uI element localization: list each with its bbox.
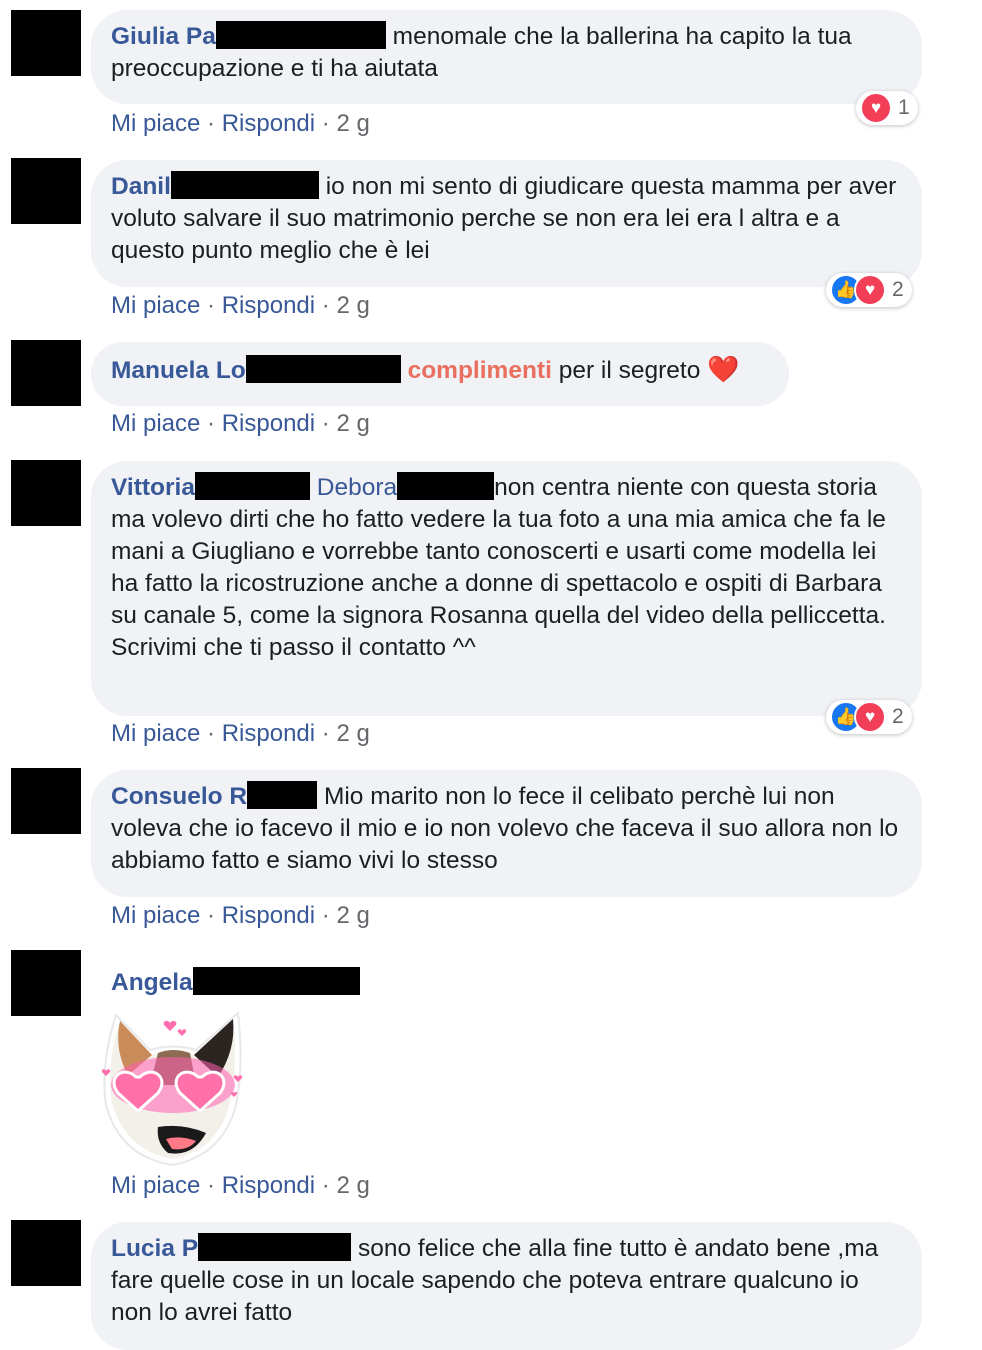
commenter-name[interactable]: Lucia P bbox=[111, 1235, 198, 1262]
separator: · bbox=[321, 110, 330, 137]
highlighted-keyword[interactable]: complimenti bbox=[408, 357, 552, 384]
timestamp[interactable]: 2 g bbox=[336, 720, 369, 747]
comment-text: non centra niente con questa storia ma v… bbox=[111, 474, 886, 661]
like-link[interactable]: Mi piace bbox=[111, 292, 200, 319]
redacted-block bbox=[247, 781, 318, 809]
comment-actions: Mi piace · Rispondi · 2 g bbox=[111, 291, 370, 321]
reactions-badge[interactable]: 👍 ♥ 2 bbox=[826, 700, 912, 734]
redacted-block bbox=[194, 472, 310, 500]
comment-text: per il segreto bbox=[558, 357, 701, 384]
comment-actions: Mi piace · Rispondi · 2 g bbox=[111, 901, 370, 931]
commenter-name[interactable]: Vittoria bbox=[111, 474, 195, 501]
comment-actions: Mi piace · Rispondi · 2 g bbox=[111, 1171, 370, 1201]
separator: · bbox=[207, 1172, 216, 1199]
reaction-count: 2 bbox=[892, 705, 904, 728]
comment-actions: Mi piace · Rispondi · 2 g bbox=[111, 409, 370, 439]
like-link[interactable]: Mi piace bbox=[111, 410, 200, 437]
mention-link[interactable]: Debora bbox=[317, 474, 397, 501]
redacted-block bbox=[397, 472, 495, 500]
reactions-badge[interactable]: 👍 ♥ 2 bbox=[826, 273, 912, 307]
comment-bubble: Giulia Pa menomale che la ballerina ha c… bbox=[91, 10, 922, 104]
timestamp[interactable]: 2 g bbox=[336, 902, 369, 929]
avatar[interactable] bbox=[11, 158, 81, 224]
separator: · bbox=[207, 292, 216, 319]
separator: · bbox=[207, 720, 216, 747]
reply-link[interactable]: Rispondi bbox=[222, 902, 315, 929]
avatar[interactable] bbox=[11, 460, 81, 526]
redacted-block bbox=[170, 171, 319, 199]
avatar[interactable] bbox=[11, 768, 81, 834]
commenter-name-row: Angela bbox=[111, 967, 360, 999]
separator: · bbox=[321, 902, 330, 929]
timestamp[interactable]: 2 g bbox=[336, 1172, 369, 1199]
like-link[interactable]: Mi piace bbox=[111, 1172, 200, 1199]
timestamp[interactable]: 2 g bbox=[336, 410, 369, 437]
reaction-count: 1 bbox=[898, 96, 910, 119]
reaction-count: 2 bbox=[892, 278, 904, 301]
reactions-badge[interactable]: ♥ 1 bbox=[856, 91, 918, 125]
red-heart-icon: ❤️ bbox=[707, 354, 740, 384]
cat-heart-eyes-sticker-icon[interactable] bbox=[98, 1005, 248, 1170]
separator: · bbox=[207, 410, 216, 437]
reply-link[interactable]: Rispondi bbox=[222, 292, 315, 319]
like-link[interactable]: Mi piace bbox=[111, 110, 200, 137]
comment-bubble: Danil io non mi sento di giudicare quest… bbox=[91, 160, 922, 287]
separator: · bbox=[321, 292, 330, 319]
reply-link[interactable]: Rispondi bbox=[222, 1172, 315, 1199]
reply-link[interactable]: Rispondi bbox=[222, 720, 315, 747]
commenter-name[interactable]: Manuela Lo bbox=[111, 357, 246, 384]
timestamp[interactable]: 2 g bbox=[336, 292, 369, 319]
comment-bubble: Consuelo R Mio marito non lo fece il cel… bbox=[91, 770, 922, 897]
comment-actions: Mi piace · Rispondi · 2 g bbox=[111, 719, 370, 749]
timestamp[interactable]: 2 g bbox=[336, 110, 369, 137]
redacted-block bbox=[198, 1233, 352, 1261]
separator: · bbox=[207, 902, 216, 929]
commenter-name[interactable]: Angela bbox=[111, 969, 193, 996]
avatar[interactable] bbox=[11, 1220, 81, 1286]
love-reaction-icon: ♥ bbox=[854, 274, 886, 306]
comment-actions: Mi piace · Rispondi · 2 g bbox=[111, 109, 370, 139]
separator: · bbox=[321, 1172, 330, 1199]
like-link[interactable]: Mi piace bbox=[111, 902, 200, 929]
redacted-block bbox=[192, 967, 360, 995]
reply-link[interactable]: Rispondi bbox=[222, 410, 315, 437]
avatar[interactable] bbox=[11, 10, 81, 76]
like-link[interactable]: Mi piace bbox=[111, 720, 200, 747]
commenter-name[interactable]: Giulia Pa bbox=[111, 23, 216, 50]
redacted-block bbox=[245, 355, 401, 383]
avatar[interactable] bbox=[11, 950, 81, 1016]
comment-bubble: Vittoria Debora non centra niente con que… bbox=[91, 461, 922, 716]
comment-bubble: Lucia P sono felice che alla fine tutto … bbox=[91, 1222, 922, 1350]
redacted-block bbox=[215, 21, 386, 49]
commenter-name[interactable]: Danil bbox=[111, 173, 171, 200]
love-reaction-icon: ♥ bbox=[854, 701, 886, 733]
love-reaction-icon: ♥ bbox=[860, 92, 892, 124]
separator: · bbox=[321, 720, 330, 747]
separator: · bbox=[321, 410, 330, 437]
avatar[interactable] bbox=[11, 340, 81, 406]
reply-link[interactable]: Rispondi bbox=[222, 110, 315, 137]
comment-bubble: Manuela Lo complimenti per il segreto ❤️ bbox=[91, 342, 789, 406]
separator: · bbox=[207, 110, 216, 137]
commenter-name[interactable]: Consuelo R bbox=[111, 783, 247, 810]
